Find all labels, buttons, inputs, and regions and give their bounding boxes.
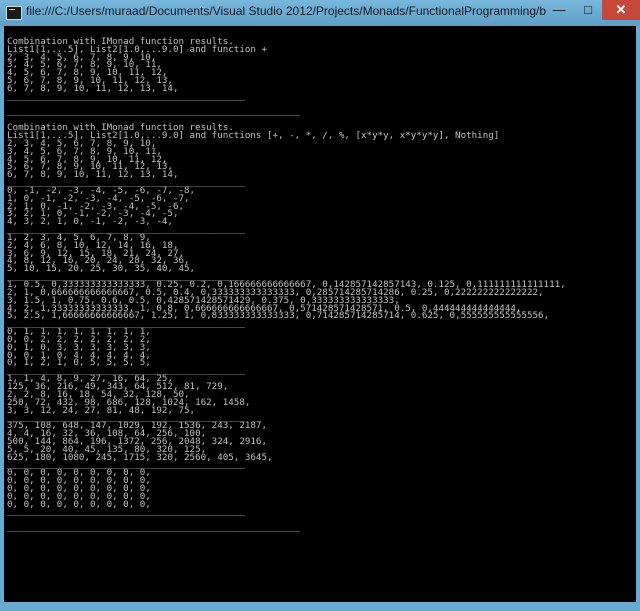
title-bar[interactable]: file:///C:/Users/muraad/Documents/Visual… bbox=[0, 0, 640, 26]
console-line: ________________________________________… bbox=[7, 90, 245, 102]
console-line: ________________________________________… bbox=[7, 506, 245, 518]
console-line: ________________________________________… bbox=[7, 106, 301, 118]
window-title: file:///C:/Users/muraad/Documents/Visual… bbox=[26, 4, 546, 18]
console-app-icon[interactable] bbox=[6, 6, 22, 20]
minimize-button[interactable]: — bbox=[544, 0, 574, 20]
console-line: ________________________________________… bbox=[7, 522, 301, 534]
console-output: Combination with IMonad function results… bbox=[7, 30, 634, 534]
maximize-button[interactable]: □ bbox=[574, 0, 602, 20]
console-output-area[interactable]: Combination with IMonad function results… bbox=[4, 26, 636, 602]
window-bottom-border bbox=[0, 602, 640, 611]
console-window: file:///C:/Users/muraad/Documents/Visual… bbox=[0, 0, 640, 611]
close-button[interactable]: ✕ bbox=[602, 0, 640, 20]
